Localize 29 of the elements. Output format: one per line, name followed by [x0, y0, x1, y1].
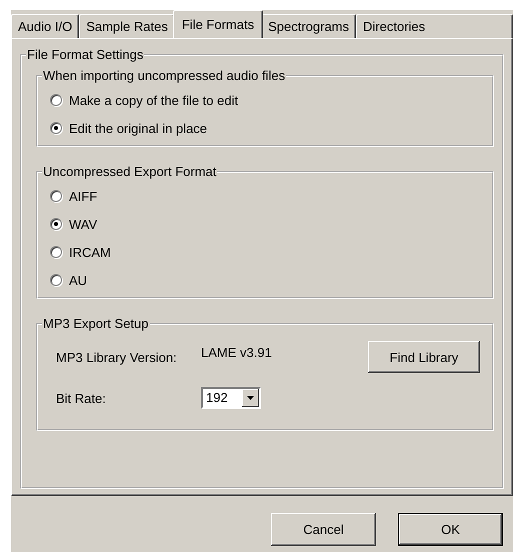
tab[interactable]: Directories — [356, 14, 513, 38]
tab[interactable]: Audio I/O — [11, 14, 80, 38]
find-library-button[interactable]: Find Library — [368, 341, 480, 373]
radio-button[interactable] — [50, 94, 62, 106]
field-label: MP3 Library Version: — [56, 350, 178, 364]
dialog-button[interactable]: Cancel — [271, 513, 376, 546]
option-label: AIFF — [69, 188, 98, 204]
field-label: Bit Rate: — [56, 390, 107, 406]
group-title: When importing uncompressed audio files — [42, 68, 286, 83]
radio-button[interactable] — [50, 246, 62, 258]
option-label: IRCAM — [69, 244, 111, 260]
dialog-button[interactable]: OK — [398, 513, 503, 546]
radio-button[interactable] — [50, 218, 62, 230]
tab[interactable]: Spectrograms — [261, 14, 356, 38]
tab[interactable]: File Formats — [172, 10, 264, 38]
group-title: Uncompressed Export Format — [42, 164, 218, 179]
option-label: Edit the original in place — [69, 120, 208, 136]
option-label: AU — [69, 272, 88, 288]
tab[interactable]: Sample Rates — [79, 14, 175, 38]
group-title: File Format Settings — [26, 47, 144, 62]
group-title: MP3 Export Setup — [42, 316, 150, 331]
radio-button[interactable] — [50, 122, 62, 134]
option-label: Make a copy of the file to edit — [69, 92, 238, 108]
bit-rate-dropdown[interactable]: 192 — [201, 387, 261, 409]
option-label: WAV — [69, 216, 98, 232]
library-version: LAME v3.91 — [201, 345, 273, 360]
radio-button[interactable] — [50, 190, 62, 202]
radio-button[interactable] — [50, 274, 62, 286]
dropdown-arrow-icon — [247, 396, 254, 400]
